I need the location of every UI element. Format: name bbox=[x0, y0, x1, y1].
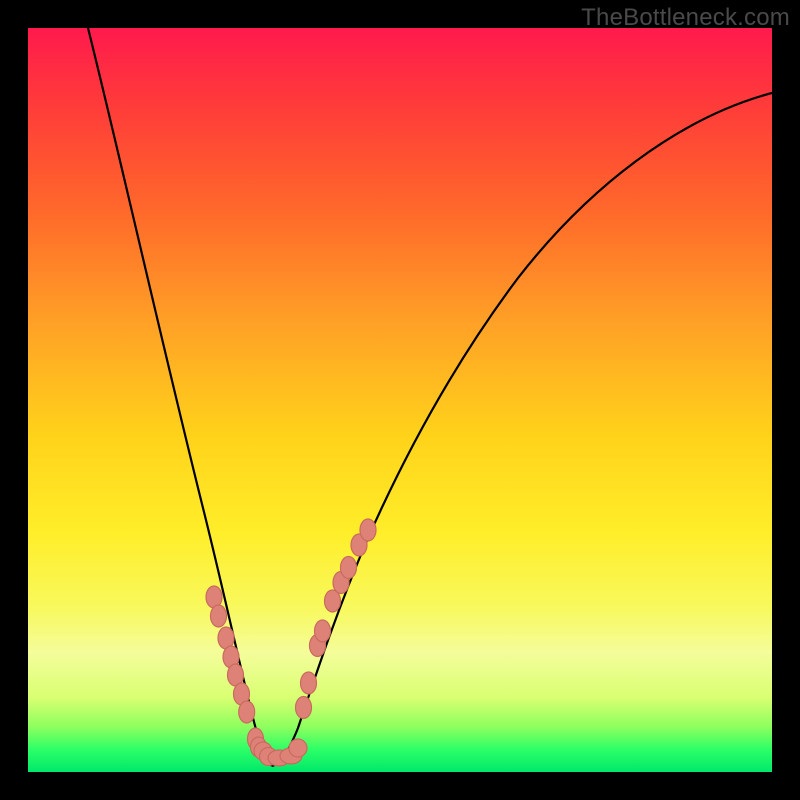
data-marker bbox=[211, 605, 227, 627]
data-marker bbox=[315, 620, 331, 642]
data-marker bbox=[296, 697, 312, 719]
left-curve bbox=[88, 28, 272, 766]
right-curve bbox=[272, 93, 772, 766]
data-marker bbox=[341, 557, 357, 579]
data-marker bbox=[239, 701, 255, 723]
curve-group bbox=[88, 28, 772, 766]
marker-group-left bbox=[206, 586, 290, 766]
chart-frame: TheBottleneck.com bbox=[0, 0, 800, 800]
data-marker bbox=[360, 519, 376, 541]
watermark-label: TheBottleneck.com bbox=[581, 4, 790, 32]
data-marker bbox=[301, 672, 317, 694]
chart-svg bbox=[28, 28, 772, 772]
plot-area bbox=[28, 28, 772, 772]
data-marker bbox=[289, 739, 307, 757]
